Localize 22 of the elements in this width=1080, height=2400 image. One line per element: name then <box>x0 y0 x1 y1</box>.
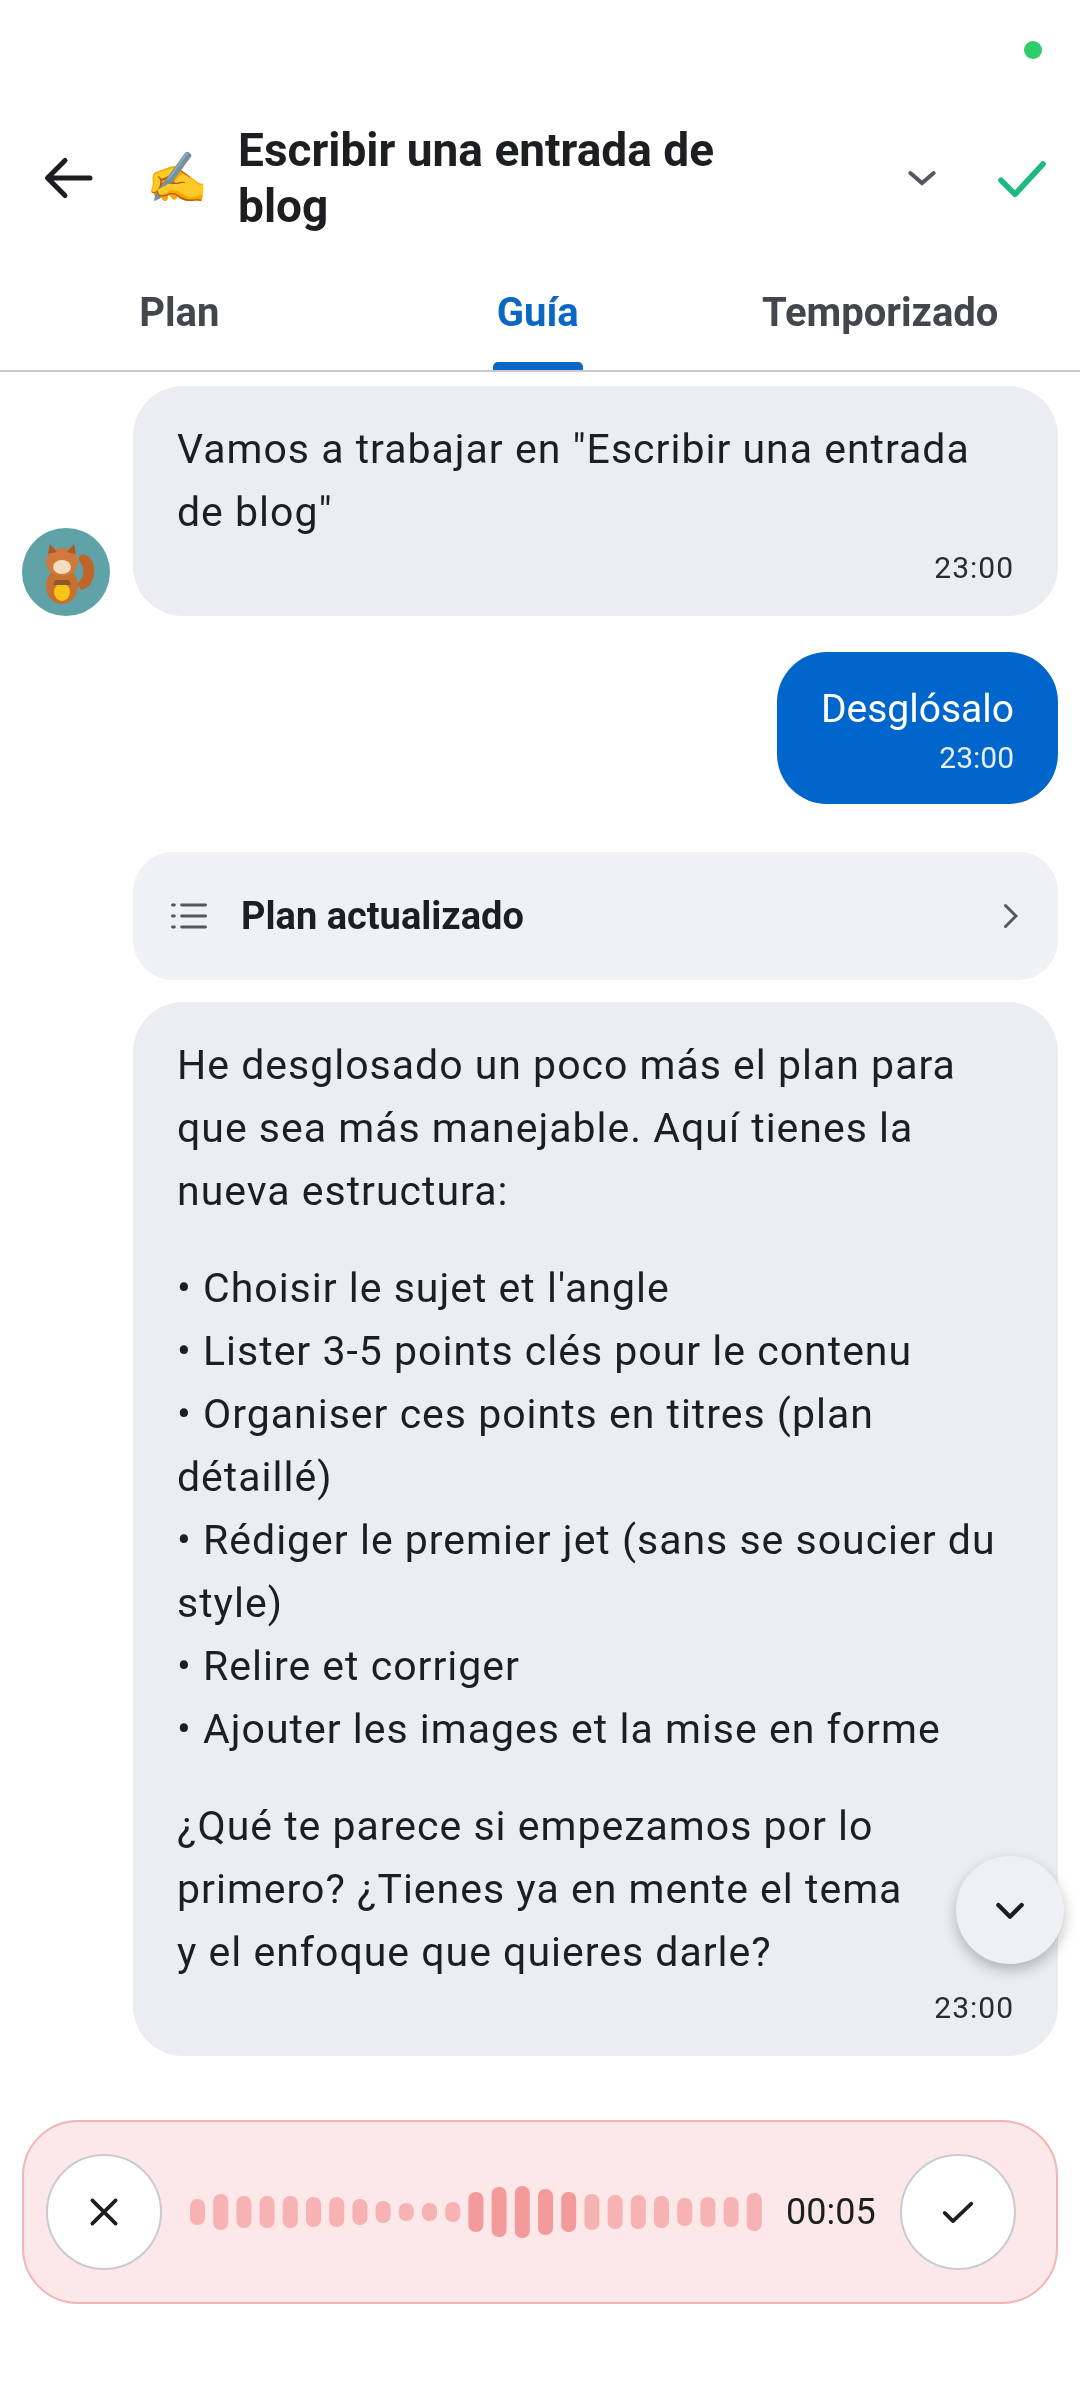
message-text: Desglósalo <box>820 685 1014 734</box>
recording-timer: 00:05 <box>786 2191 876 2233</box>
message-text: ¿Qué te parece si empezamos por lo primero? ¿Tienes ya en mente el tema y el enfoque que quieres darle? <box>177 1801 904 1978</box>
bullet-item: • Rédiger le premier jet (sans se soucier du style) <box>177 1515 997 1629</box>
status-dot <box>1024 41 1042 59</box>
bullet-item: • Lister 3-5 points clés pour le contenu <box>177 1326 914 1377</box>
tab[interactable]: Plan <box>0 255 359 370</box>
message-text: He desglosado un poco más el plan para que sea más manejable. Aquí tienes la nueva estructura: <box>177 1040 957 1217</box>
bullet-item: • Ajouter les images et la mise en forme <box>177 1704 942 1755</box>
plan-updated-card[interactable]: Plan actualizado <box>133 852 1058 980</box>
squirrel-avatar-icon <box>22 528 110 616</box>
bullet-item: • Choisir le sujet et l'angle <box>177 1263 671 1314</box>
message-text: Vamos a trabajar en "Escribir una entrada de blog" <box>177 424 971 538</box>
bullet-item: • Relire et corriger <box>177 1641 521 1692</box>
task-title: Escribir una entrada de blog <box>238 121 715 234</box>
title-emoji: ✍ <box>146 148 208 207</box>
tab[interactable]: Temporizado <box>762 255 1080 370</box>
tab[interactable]: Guía <box>358 255 717 370</box>
message-time: 23:00 <box>938 740 1014 776</box>
bullet-item: • Organiser ces points en titres (plan détaillé) <box>177 1389 875 1503</box>
message-time: 23:00 <box>933 1990 1014 2026</box>
message-time: 23:00 <box>933 550 1014 586</box>
